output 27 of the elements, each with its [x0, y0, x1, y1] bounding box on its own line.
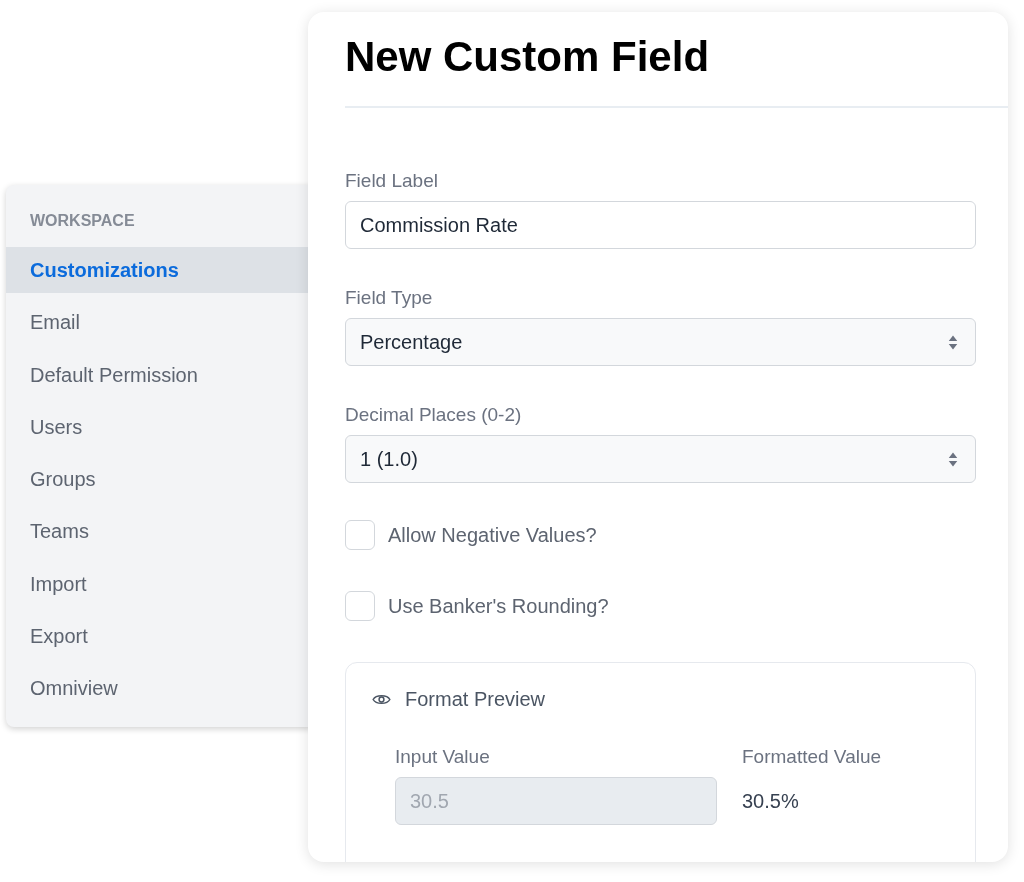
sidebar-item[interactable]: Groups	[6, 456, 312, 503]
eye-icon	[372, 692, 391, 706]
sidebar-item[interactable]: Default Permission	[6, 351, 312, 398]
sidebar-item[interactable]: Omniview	[6, 665, 312, 712]
formatted-value-label: Formatted Value	[742, 745, 882, 769]
dialog-title: New Custom Field	[345, 33, 710, 81]
input-value-label: Input Value	[395, 745, 490, 769]
sidebar-heading: WORKSPACE	[30, 211, 135, 231]
field-label: Field Type	[345, 286, 433, 310]
preview-title: Format Preview	[405, 687, 546, 711]
checkbox[interactable]	[345, 591, 375, 621]
sidebar-item[interactable]: Export	[6, 613, 312, 660]
checkbox-label: Allow Negative Values?	[388, 523, 597, 547]
select-field[interactable]: Percentage	[345, 318, 976, 366]
sidebar-item[interactable]: Teams	[6, 508, 312, 555]
updown-chevron-icon	[947, 333, 959, 351]
text-field[interactable]: Commission Rate	[345, 201, 976, 249]
sidebar-item[interactable]: Import	[6, 560, 312, 607]
select-field[interactable]: 1 (1.0)	[345, 435, 976, 483]
sidebar-item[interactable]: Email	[6, 299, 312, 346]
updown-chevron-icon	[947, 450, 959, 468]
sidebar-item[interactable]: Users	[6, 403, 312, 450]
field-label: Decimal Places (0-2)	[345, 403, 522, 427]
field-label: Field Label	[345, 169, 438, 193]
formatted-value: 30.5%	[742, 789, 799, 813]
checkbox[interactable]	[345, 520, 375, 550]
checkbox-label: Use Banker's Rounding?	[388, 594, 609, 618]
